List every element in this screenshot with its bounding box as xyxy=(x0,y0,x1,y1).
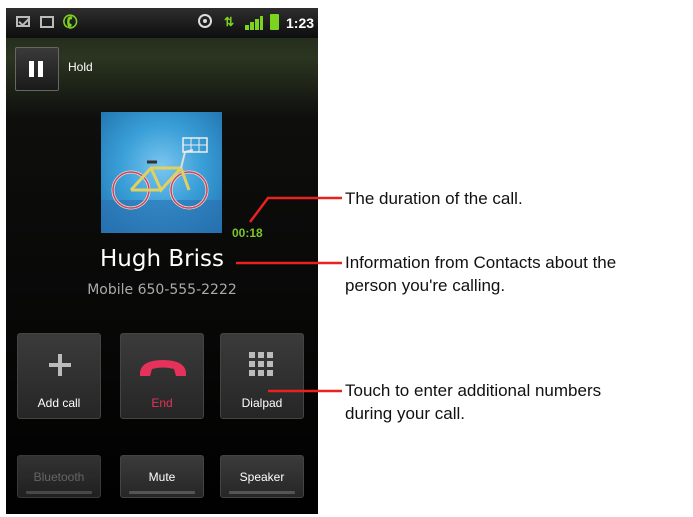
callout-duration: The duration of the call. xyxy=(345,189,523,208)
callout-dialpad-line1: Touch to enter additional numbers xyxy=(345,381,602,400)
callout-dialpad-line2: during your call. xyxy=(345,404,466,423)
duration-leader-diagonal xyxy=(249,197,269,223)
callout-contact-line1: Information from Contacts about the xyxy=(345,253,617,272)
callout-contact-line2: person you're calling. xyxy=(345,276,506,295)
